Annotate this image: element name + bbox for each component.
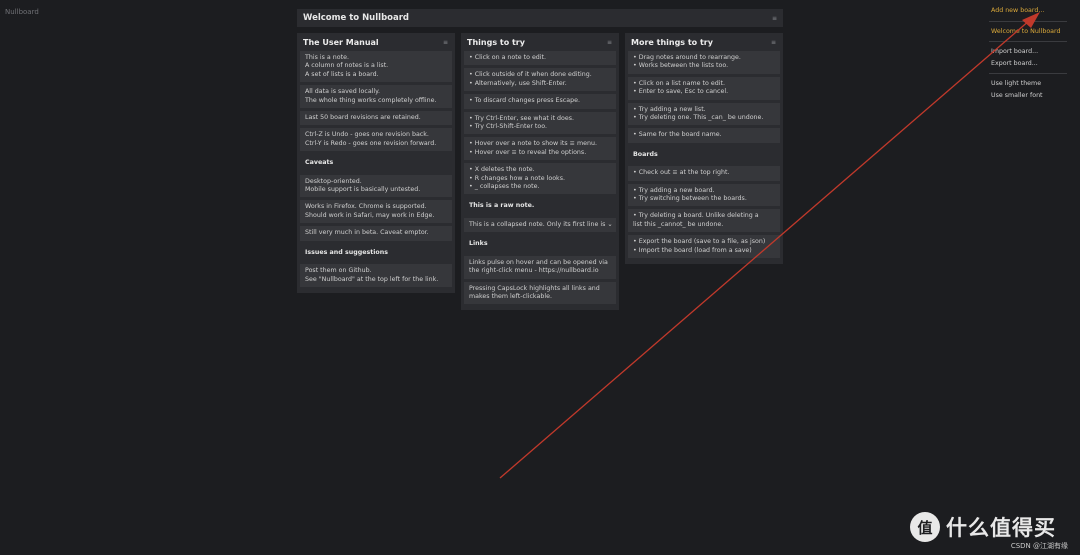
watermark-credit: CSDN @江湖有缘 xyxy=(1010,542,1068,550)
watermark-logo: 值 什么值得买 xyxy=(910,512,1056,542)
arrow-line xyxy=(499,19,1031,479)
arrow-head-icon xyxy=(1022,12,1040,28)
watermark-name: 什么值得买 xyxy=(946,516,1056,540)
watermark-logo-icon: 值 xyxy=(910,512,940,542)
annotation-arrow xyxy=(499,12,1040,479)
